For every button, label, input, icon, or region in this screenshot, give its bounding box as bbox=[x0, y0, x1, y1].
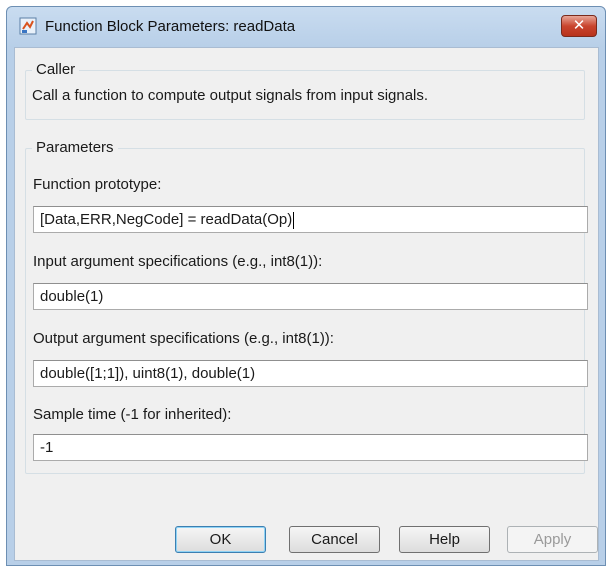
apply-button: Apply bbox=[507, 526, 598, 553]
sample-time-value: -1 bbox=[40, 439, 54, 456]
output-args-label: Output argument specifications (e.g., in… bbox=[33, 330, 334, 347]
window-title: Function Block Parameters: readData bbox=[45, 18, 296, 35]
sample-time-field[interactable]: -1 bbox=[33, 434, 588, 461]
simulink-block-icon bbox=[19, 17, 37, 35]
parameters-group: Parameters bbox=[25, 139, 585, 474]
ok-button[interactable]: OK bbox=[175, 526, 266, 553]
sample-time-label: Sample time (-1 for inherited): bbox=[33, 406, 232, 423]
dialog-body: Caller Call a function to compute output… bbox=[14, 47, 599, 561]
input-args-field[interactable]: double(1) bbox=[33, 283, 588, 310]
cancel-button[interactable]: Cancel bbox=[289, 526, 380, 553]
input-args-value: double(1) bbox=[40, 288, 104, 305]
parameters-legend: Parameters bbox=[32, 139, 118, 156]
text-cursor bbox=[293, 211, 295, 229]
caller-group: Caller Call a function to compute output… bbox=[25, 61, 585, 120]
close-icon: ✕ bbox=[572, 17, 586, 34]
caller-legend: Caller bbox=[32, 61, 80, 78]
help-button[interactable]: Help bbox=[399, 526, 490, 553]
dialog-window: Function Block Parameters: readData ✕ Ca… bbox=[6, 6, 606, 566]
close-button[interactable]: ✕ bbox=[561, 15, 597, 37]
function-prototype-field[interactable]: [Data,ERR,NegCode] = readData(Op) bbox=[33, 206, 588, 233]
output-args-field[interactable]: double([1;1]), uint8(1), double(1) bbox=[33, 360, 588, 387]
function-prototype-value: [Data,ERR,NegCode] = readData(Op) bbox=[40, 211, 293, 228]
function-prototype-label: Function prototype: bbox=[33, 176, 162, 193]
caller-description: Call a function to compute output signal… bbox=[32, 87, 429, 104]
output-args-value: double([1;1]), uint8(1), double(1) bbox=[40, 365, 256, 382]
title-bar[interactable]: Function Block Parameters: readData ✕ bbox=[7, 7, 605, 47]
input-args-label: Input argument specifications (e.g., int… bbox=[33, 253, 323, 270]
